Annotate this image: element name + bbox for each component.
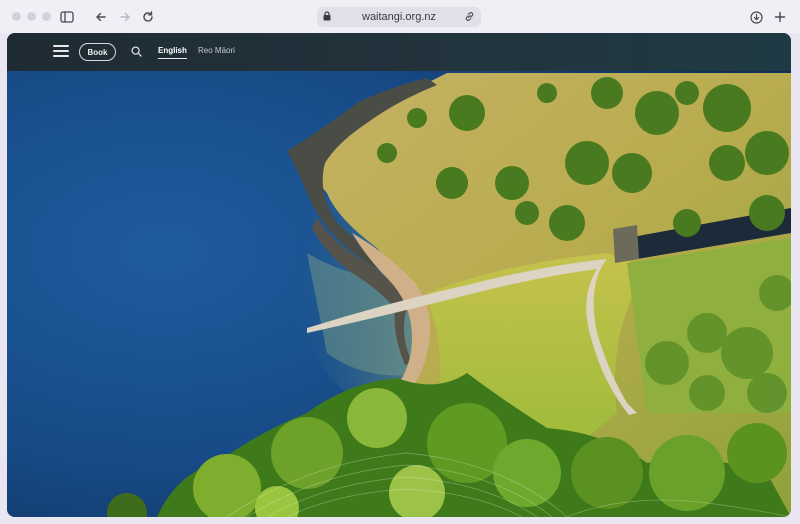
language-reo-maori-link[interactable]: Reo Māori <box>198 46 235 55</box>
sidebar-icon[interactable] <box>58 8 76 26</box>
plus-icon[interactable] <box>771 8 789 26</box>
site-header: Book English Reo Māori <box>7 33 791 71</box>
hamburger-icon[interactable] <box>53 45 69 59</box>
page-viewport: Book English Reo Māori <box>7 33 791 517</box>
forward-arrow-icon[interactable] <box>116 8 134 26</box>
aerial-coastline-photo <box>7 33 791 517</box>
language-english-link[interactable]: English <box>158 46 187 59</box>
browser-toolbar: waitangi.org.nz <box>0 0 800 33</box>
link-icon[interactable] <box>464 11 475 22</box>
window-controls <box>12 12 51 21</box>
close-window-button[interactable] <box>12 12 21 21</box>
search-icon[interactable] <box>131 46 142 57</box>
reload-icon[interactable] <box>139 8 157 26</box>
minimize-window-button[interactable] <box>27 12 36 21</box>
url-text: waitangi.org.nz <box>362 11 436 23</box>
maximize-window-button[interactable] <box>42 12 51 21</box>
address-bar[interactable]: waitangi.org.nz <box>317 7 481 27</box>
lock-icon <box>323 11 331 21</box>
book-button[interactable]: Book <box>79 43 116 61</box>
download-icon[interactable] <box>747 8 765 26</box>
back-arrow-icon[interactable] <box>92 8 110 26</box>
